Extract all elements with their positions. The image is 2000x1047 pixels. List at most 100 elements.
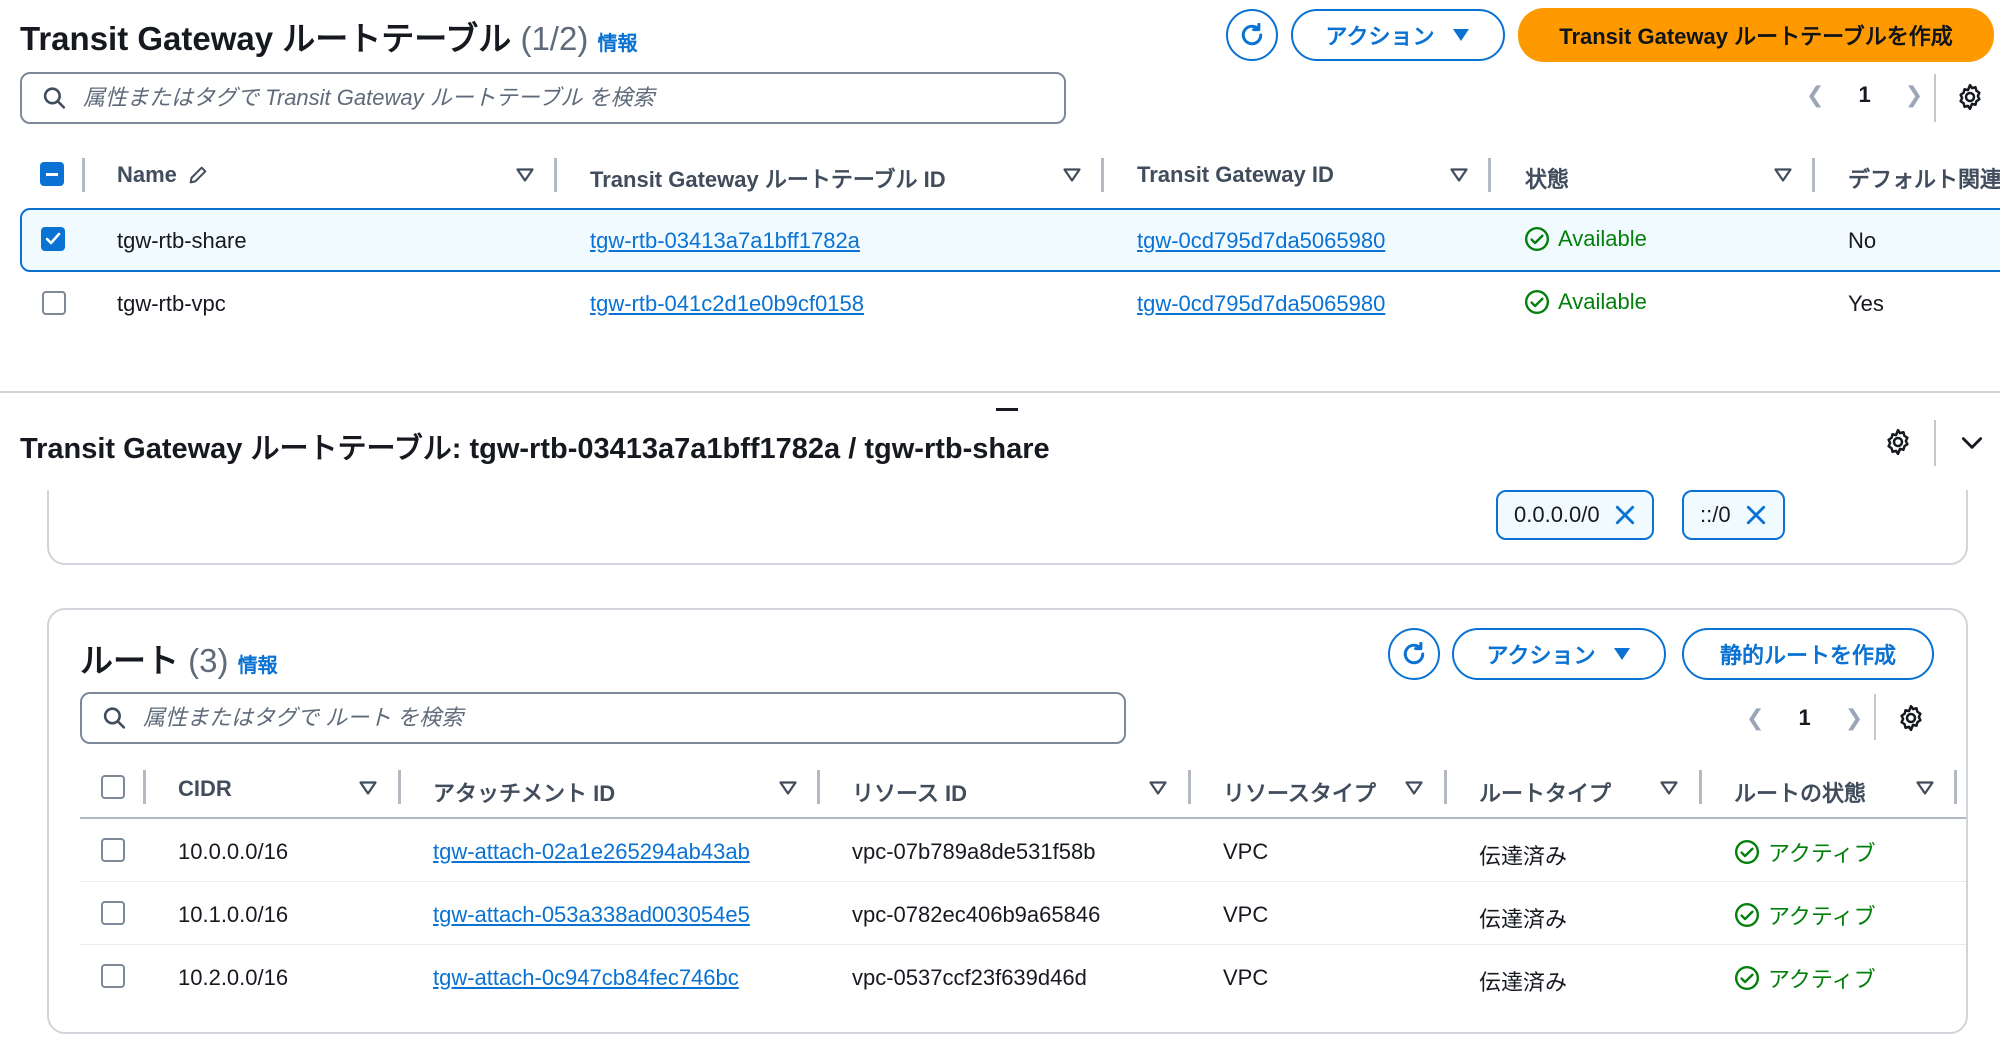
- route-state: アクティブ: [1734, 836, 1876, 868]
- column-header-tgw-id[interactable]: Transit Gateway ID: [1137, 162, 1334, 188]
- attachment-id-link[interactable]: tgw-attach-02a1e265294ab43ab: [433, 839, 750, 865]
- sort-icon[interactable]: [1063, 168, 1081, 182]
- routes-pagination: ❮ 1 ❯: [1746, 705, 1863, 731]
- routes-title: ルート (3) 情報: [80, 634, 278, 682]
- column-header-attachment-id[interactable]: アタッチメント ID: [433, 776, 615, 808]
- status-available: Available: [1524, 289, 1647, 315]
- route-state-text: アクティブ: [1768, 904, 1876, 929]
- sort-icon[interactable]: [1450, 168, 1468, 182]
- route-table-id-link[interactable]: tgw-rtb-03413a7a1bff1782a: [590, 228, 860, 254]
- next-page-icon[interactable]: ❯: [1845, 705, 1863, 731]
- actions-dropdown-button[interactable]: アクション: [1291, 9, 1505, 61]
- column-header-name[interactable]: Name: [117, 162, 209, 188]
- routes-title-text: ルート: [80, 642, 179, 679]
- attachment-id-link[interactable]: tgw-attach-053a338ad003054e5: [433, 902, 750, 928]
- info-link[interactable]: 情報: [238, 655, 278, 677]
- column-header-resource-type[interactable]: リソースタイプ: [1223, 776, 1376, 808]
- page-title-count: (1/2): [520, 20, 589, 57]
- search-input[interactable]: [82, 85, 1064, 111]
- collapse-button[interactable]: [1959, 430, 1985, 461]
- select-all-checkbox[interactable]: [40, 162, 64, 186]
- column-header-label: リソースタイプ: [1223, 781, 1376, 806]
- header-divider: [80, 817, 1966, 819]
- close-icon[interactable]: [1614, 504, 1636, 526]
- resource-id: vpc-07b789a8de531f58b: [852, 839, 1096, 864]
- routes-actions-dropdown-button[interactable]: アクション: [1452, 628, 1666, 680]
- resource-type: VPC: [1223, 839, 1269, 864]
- preferences-button[interactable]: [1955, 82, 1985, 117]
- resource-id: vpc-0537ccf23f639d46d: [852, 965, 1087, 990]
- column-header-resource-id[interactable]: リソース ID: [852, 776, 967, 808]
- divider: [1874, 694, 1876, 740]
- row-checkbox[interactable]: [41, 227, 65, 251]
- column-header-route-table-id[interactable]: Transit Gateway ルートテーブル ID: [590, 162, 946, 194]
- create-route-table-button[interactable]: Transit Gateway ルートテーブルを作成: [1518, 8, 1994, 62]
- column-header-default-association[interactable]: デフォルト関連: [1848, 162, 2000, 194]
- column-header-state[interactable]: 状態: [1525, 162, 1569, 194]
- sort-icon[interactable]: [1405, 781, 1423, 795]
- next-page-icon[interactable]: ❯: [1905, 82, 1923, 108]
- resource-type: VPC: [1223, 902, 1269, 927]
- resize-handle[interactable]: [996, 408, 1018, 411]
- status-check-icon: [1524, 289, 1550, 315]
- close-icon[interactable]: [1745, 504, 1767, 526]
- tgw-id-link[interactable]: tgw-0cd795d7da5065980: [1137, 291, 1385, 317]
- routes-count: (3): [188, 642, 229, 679]
- gear-icon: [1900, 704, 1922, 732]
- select-all-checkbox[interactable]: [101, 775, 125, 799]
- actions-label: アクション: [1486, 643, 1596, 668]
- sort-icon[interactable]: [1149, 781, 1167, 795]
- refresh-button[interactable]: [1226, 9, 1278, 61]
- tgw-id-link[interactable]: tgw-0cd795d7da5065980: [1137, 228, 1385, 254]
- routes-preferences-button[interactable]: [1896, 703, 1926, 738]
- column-header-label: ルートタイプ: [1479, 781, 1612, 806]
- sort-icon[interactable]: [779, 781, 797, 795]
- column-separator: [1812, 158, 1815, 192]
- column-header-route-state[interactable]: ルートの状態: [1734, 776, 1866, 808]
- column-header-label: デフォルト関連: [1848, 167, 2000, 192]
- prev-page-icon[interactable]: ❮: [1806, 82, 1824, 108]
- row-checkbox[interactable]: [101, 901, 125, 925]
- sort-icon[interactable]: [359, 781, 377, 795]
- table-row-selected[interactable]: [20, 208, 2000, 272]
- route-type: 伝達済み: [1479, 907, 1568, 932]
- row-checkbox[interactable]: [101, 964, 125, 988]
- column-header-cidr[interactable]: CIDR: [178, 776, 232, 802]
- column-header-label: 状態: [1525, 167, 1570, 192]
- route-state: アクティブ: [1734, 962, 1876, 994]
- column-separator: [1488, 158, 1491, 192]
- default-association-value: Yes: [1848, 291, 1884, 316]
- sort-icon[interactable]: [516, 168, 534, 182]
- status-text: Available: [1558, 289, 1647, 314]
- current-page[interactable]: 1: [1858, 82, 1870, 108]
- column-separator: [398, 770, 401, 804]
- routes-search[interactable]: [80, 692, 1126, 744]
- status-check-icon: [1734, 902, 1760, 928]
- row-checkbox[interactable]: [42, 291, 66, 315]
- indeterminate-checkbox-icon: [40, 162, 64, 186]
- current-page[interactable]: 1: [1798, 705, 1810, 731]
- column-header-label: CIDR: [178, 776, 232, 801]
- sort-icon[interactable]: [1916, 781, 1934, 795]
- routes-refresh-button[interactable]: [1388, 628, 1440, 680]
- refresh-icon: [1241, 22, 1263, 46]
- column-header-route-type[interactable]: ルートタイプ: [1479, 776, 1611, 808]
- column-header-label: Transit Gateway ID: [1137, 162, 1334, 187]
- route-table-id-link[interactable]: tgw-rtb-041c2d1e0b9cf0158: [590, 291, 864, 317]
- detail-preferences-button[interactable]: [1883, 427, 1913, 462]
- row-checkbox[interactable]: [101, 838, 125, 862]
- filter-container: [47, 490, 1968, 565]
- create-static-route-button[interactable]: 静的ルートを作成: [1682, 628, 1934, 680]
- prev-page-icon[interactable]: ❮: [1746, 705, 1764, 731]
- column-separator: [554, 158, 557, 192]
- row-divider: [80, 881, 1966, 882]
- route-state-text: アクティブ: [1768, 841, 1876, 866]
- info-link[interactable]: 情報: [598, 33, 638, 55]
- attachment-id-link[interactable]: tgw-attach-0c947cb84fec746bc: [433, 965, 739, 991]
- route-cidr: 10.2.0.0/16: [178, 965, 289, 990]
- sort-icon[interactable]: [1774, 168, 1792, 182]
- page-title-text: Transit Gateway ルートテーブル: [20, 20, 512, 57]
- search-input[interactable]: [142, 705, 1124, 731]
- route-table-search[interactable]: [20, 72, 1066, 124]
- sort-icon[interactable]: [1660, 781, 1678, 795]
